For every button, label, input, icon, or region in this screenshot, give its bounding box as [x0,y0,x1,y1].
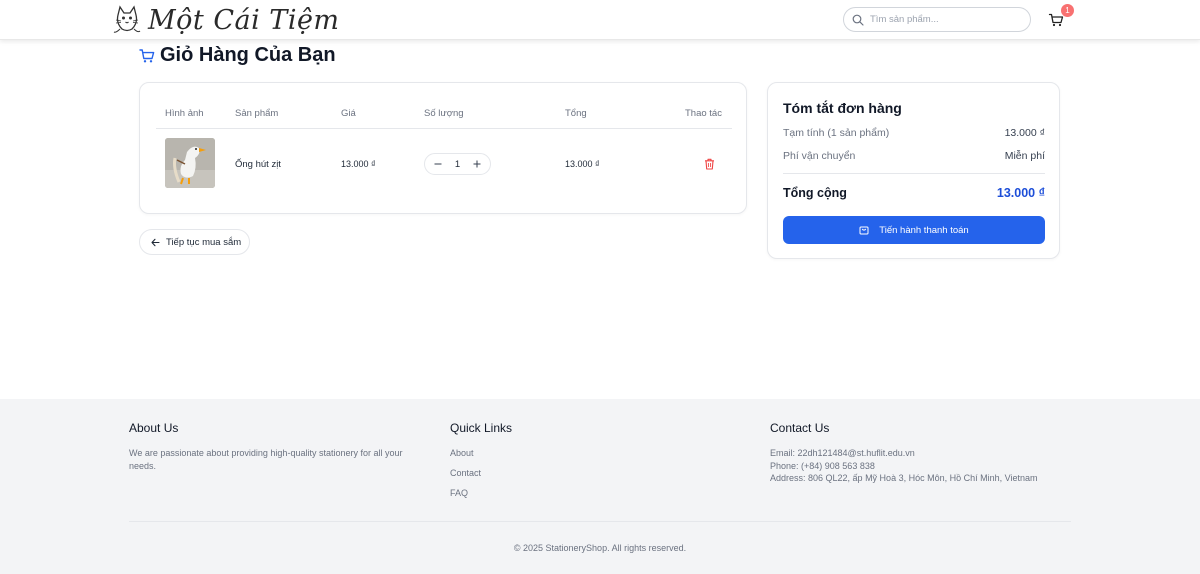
total-value: 13.000 ₫ [996,186,1045,200]
trash-icon[interactable] [704,158,715,170]
contact-title: Contact Us [770,421,830,435]
subtotal-label: Tạm tính (1 sản phẩm) [783,127,890,139]
column-header-total: Tổng [565,108,587,119]
about-title: About Us [129,421,179,435]
column-header-quantity: Số lượng [424,108,464,119]
shipping-value: Miễn phí [1004,150,1045,162]
total-label: Tổng cộng [783,186,847,200]
contact-email: Email: 22dh121484@st.huflit.edu.vn [770,448,915,458]
subtotal-value: 13.000 ₫ [1004,127,1045,139]
product-image[interactable] [165,138,215,188]
checkout-label: Tiến hành thanh toán [879,224,969,236]
footer-link-faq[interactable]: FAQ [450,487,512,500]
quick-links-title: Quick Links [450,421,513,435]
footer-contact: Contact Us Email: 22dh121484@st.huflit.e… [770,421,1037,485]
column-header-product: Sản phẩm [235,108,279,119]
product-name[interactable]: Ống hút zịt [235,159,281,170]
product-price: 13.000 ₫ [341,159,376,169]
column-header-price: Giá [341,108,356,119]
total-row: Tổng cộng 13.000 ₫ [783,186,1045,200]
cart-icon [139,48,155,62]
search-input[interactable] [870,14,1020,25]
checkout-button[interactable]: Tiến hành thanh toán [783,216,1045,244]
order-summary: Tóm tắt đơn hàng Tạm tính (1 sản phẩm) 1… [767,82,1060,259]
shipping-row: Phí vận chuyển Miễn phí [783,150,1045,162]
shipping-label: Phí vận chuyển [783,150,856,162]
plus-icon [473,160,481,168]
footer-quick-links: Quick Links About Contact FAQ [450,421,512,507]
minus-icon [434,163,442,165]
continue-shopping-label: Tiếp tục mua sắm [166,236,242,248]
contact-phone: Phone: (+84) 908 563 838 [770,460,875,471]
cart-count-badge: 1 [1061,4,1074,17]
cart-table: Hình ảnh Sản phẩm Giá Số lượng Tổng Thao… [139,82,747,214]
logo-text: Một Cái Tiệm [148,4,340,36]
product-total: 13.000 ₫ [565,159,600,169]
continue-shopping-button[interactable]: Tiếp tục mua sắm [139,229,250,255]
summary-divider [783,173,1045,174]
footer-link-about[interactable]: About [450,447,512,460]
increase-quantity-button[interactable] [472,159,482,169]
decrease-quantity-button[interactable] [433,159,443,169]
arrow-left-icon [151,238,160,246]
top-header: Một Cái Tiệm 1 [0,0,1200,40]
quantity-stepper: 1 [424,153,491,175]
column-header-actions: Thao tác [685,108,722,119]
goose-figurine-image [165,138,215,188]
table-divider [156,128,732,129]
column-header-image: Hình ảnh [165,108,204,119]
footer: About Us We are passionate about providi… [0,399,1200,574]
about-text: We are passionate about providing high-q… [129,448,403,471]
page-title-text: Giỏ Hàng Của Bạn [160,44,336,66]
page-title: Giỏ Hàng Của Bạn [139,44,336,67]
summary-title: Tóm tắt đơn hàng [783,100,902,116]
shopping-bag-icon [859,226,869,235]
quantity-value[interactable]: 1 [455,159,460,170]
footer-about: About Us We are passionate about providi… [129,421,429,472]
footer-divider [129,521,1071,522]
search-box[interactable] [843,7,1031,32]
subtotal-row: Tạm tính (1 sản phẩm) 13.000 ₫ [783,127,1045,139]
cat-logo-icon [113,5,141,33]
logo[interactable]: Một Cái Tiệm [110,2,340,38]
contact-address: Address: 806 QL22, ấp Mỹ Hoà 3, Hóc Môn,… [770,473,1038,483]
copyright: © 2025 StationeryShop. All rights reserv… [513,543,687,553]
footer-link-contact[interactable]: Contact [450,467,512,480]
search-icon [852,14,864,26]
